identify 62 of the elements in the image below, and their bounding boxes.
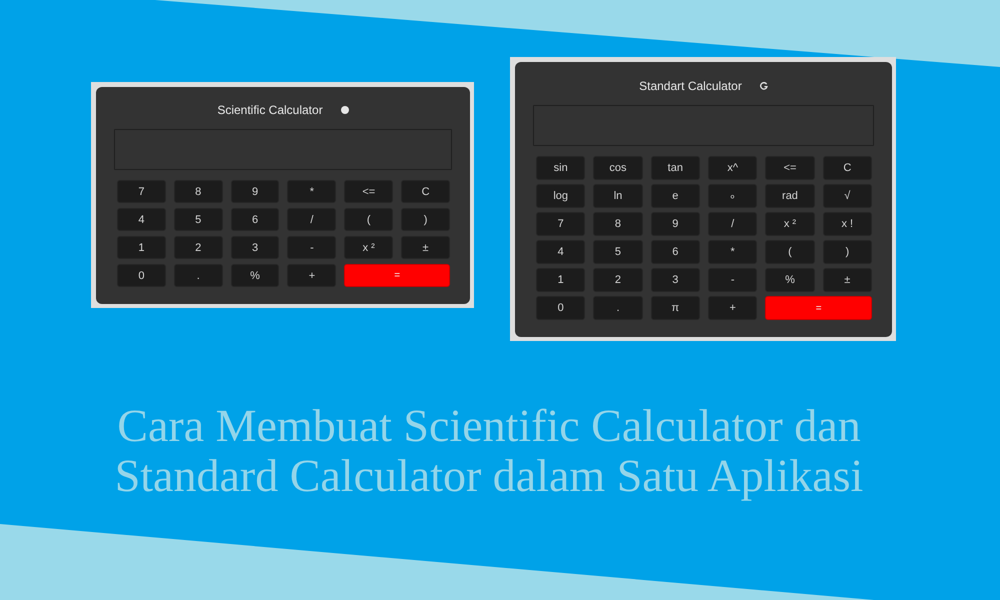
calculator-key[interactable]: x^ [708,156,758,180]
equals-key[interactable]: = [765,296,872,320]
calculator-key[interactable]: 2 [593,268,643,292]
calculator-key[interactable]: * [708,240,758,264]
calculator-key[interactable]: ( [765,240,815,264]
calculator-key[interactable]: cos [593,156,643,180]
equals-key[interactable]: = [344,264,450,287]
calculator-key[interactable]: 7 [117,180,166,203]
calculator-title: Scientific Calculator [217,102,323,118]
calculator-key[interactable]: 7 [536,212,586,236]
calculator-key[interactable]: ( [344,208,394,231]
calculator-key[interactable]: x ² [344,236,394,259]
calculator-key[interactable]: ± [822,268,872,292]
calculator-key[interactable]: + [708,296,758,320]
calculator-key[interactable]: 0 [117,264,166,287]
calculator-key[interactable]: + [287,264,336,287]
calculator-key[interactable]: 5 [174,208,223,231]
calculator-key[interactable]: C [401,180,450,203]
calculator-key[interactable]: 8 [593,212,643,236]
headline: Cara Membuat Scientific Calculator dan Standard Calculator dalam Satu Aplikasi [114,401,864,501]
calculator-key[interactable]: 3 [230,236,280,259]
calculator-key[interactable]: x ² [765,212,815,236]
calculator-key[interactable]: ± [401,236,450,259]
calculator-key[interactable]: <= [765,156,815,180]
calculator-key[interactable]: ) [401,208,450,231]
calculator-key[interactable]: √ [822,184,872,208]
calculator-key[interactable]: 5 [593,240,643,264]
calculator-key[interactable]: * [287,180,336,203]
calculator-key[interactable]: ∘ [708,184,758,208]
calculator-key[interactable]: 9 [230,180,280,203]
calculator-key[interactable]: log [536,184,586,208]
calculator-key[interactable]: - [287,236,336,259]
calculator-key[interactable]: 4 [117,208,166,231]
calculator-key[interactable]: 3 [650,268,700,292]
calculator-key[interactable]: - [708,268,758,292]
calculator-key[interactable]: 1 [117,236,166,259]
calculator-key[interactable]: / [287,208,336,231]
calculator-key[interactable]: . [593,296,643,320]
calculator-key[interactable]: C [822,156,872,180]
calculator-key[interactable]: π [650,296,700,320]
calculator-key[interactable]: ) [822,240,872,264]
calculator-key[interactable]: rad [765,184,815,208]
calculator-key[interactable]: x ! [822,212,872,236]
calculator-key[interactable]: % [765,268,815,292]
calculator-key[interactable]: sin [536,156,586,180]
calculator-key[interactable]: 1 [536,268,586,292]
calculator-key[interactable]: tan [650,156,700,180]
dot-icon [340,106,349,114]
calculator-key[interactable]: ln [593,184,643,208]
calculator-key[interactable]: 8 [174,180,223,203]
calculator-title: Standart Calculator [639,78,742,94]
calculator-key[interactable]: 9 [650,212,700,236]
calculator-key[interactable]: <= [344,180,394,203]
calculator-key[interactable]: . [174,264,223,287]
calculator-key[interactable]: / [708,212,758,236]
calculator-key[interactable]: 2 [174,236,223,259]
calculator-key[interactable]: 6 [230,208,280,231]
calculator-key[interactable]: 6 [650,240,700,264]
calculator-key[interactable]: % [230,264,280,287]
calculator-key[interactable]: 4 [536,240,586,264]
calculator-key[interactable]: e [650,184,700,208]
calculator-key[interactable]: 0 [536,296,586,320]
